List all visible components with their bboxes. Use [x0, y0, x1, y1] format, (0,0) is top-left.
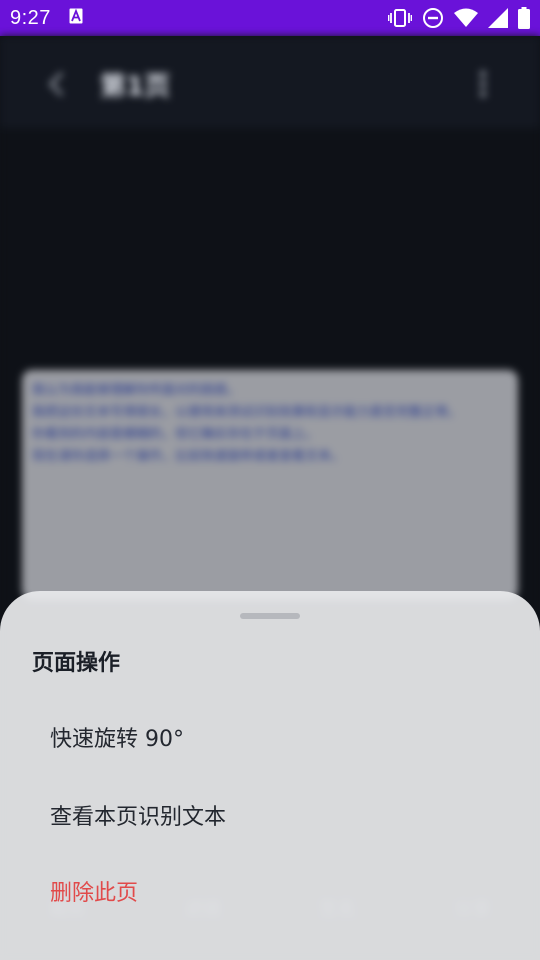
- wifi-icon: [454, 8, 478, 28]
- app-header: 第1页: [0, 36, 540, 128]
- font-a-icon: [69, 8, 83, 28]
- dnd-icon: [422, 7, 444, 29]
- status-icons: [388, 7, 530, 29]
- preview-line: 我认为我能够理解你所面对的困惑。: [32, 383, 241, 398]
- rotate-90-label: 快速旋转 90°: [50, 727, 184, 752]
- page-title: 第1页: [100, 72, 171, 102]
- delete-page-item[interactable]: 删除此页: [0, 855, 540, 927]
- status-bar: 9:27: [0, 0, 540, 36]
- battery-icon: [518, 7, 530, 29]
- drag-handle[interactable]: [240, 613, 300, 619]
- rotate-90-item[interactable]: 快速旋转 90°: [0, 701, 540, 773]
- vibrate-icon: [388, 8, 412, 28]
- page-preview: 我认为我能够理解你所面对的困惑。 我把这份文本写得很长，以便用来测试识别效果和显…: [22, 370, 518, 600]
- view-recognized-text-item[interactable]: 查看本页识别文本: [0, 779, 540, 851]
- status-time: 9:27: [10, 6, 51, 29]
- back-arrow-icon[interactable]: [44, 70, 68, 102]
- page-actions-sheet: 页面操作 快速旋转 90° 查看本页识别文本 删除此页: [0, 591, 540, 960]
- status-left: 9:27: [10, 7, 83, 30]
- preview-line: 你看到的内容是模糊的，但它确实存在于页面上。: [32, 427, 319, 442]
- sheet-title: 页面操作: [32, 651, 121, 676]
- more-vertical-icon[interactable]: [478, 70, 488, 102]
- signal-icon: [488, 8, 508, 28]
- preview-line: 我把这份文本写得很长，以便用来测试识别效果和显示能力是否完整正常。: [32, 405, 462, 420]
- preview-line: 现在请你选择一个操作，比如快速旋转或者查看文本。: [32, 449, 345, 464]
- delete-page-label: 删除此页: [50, 881, 139, 906]
- view-recognized-text-label: 查看本页识别文本: [50, 805, 227, 830]
